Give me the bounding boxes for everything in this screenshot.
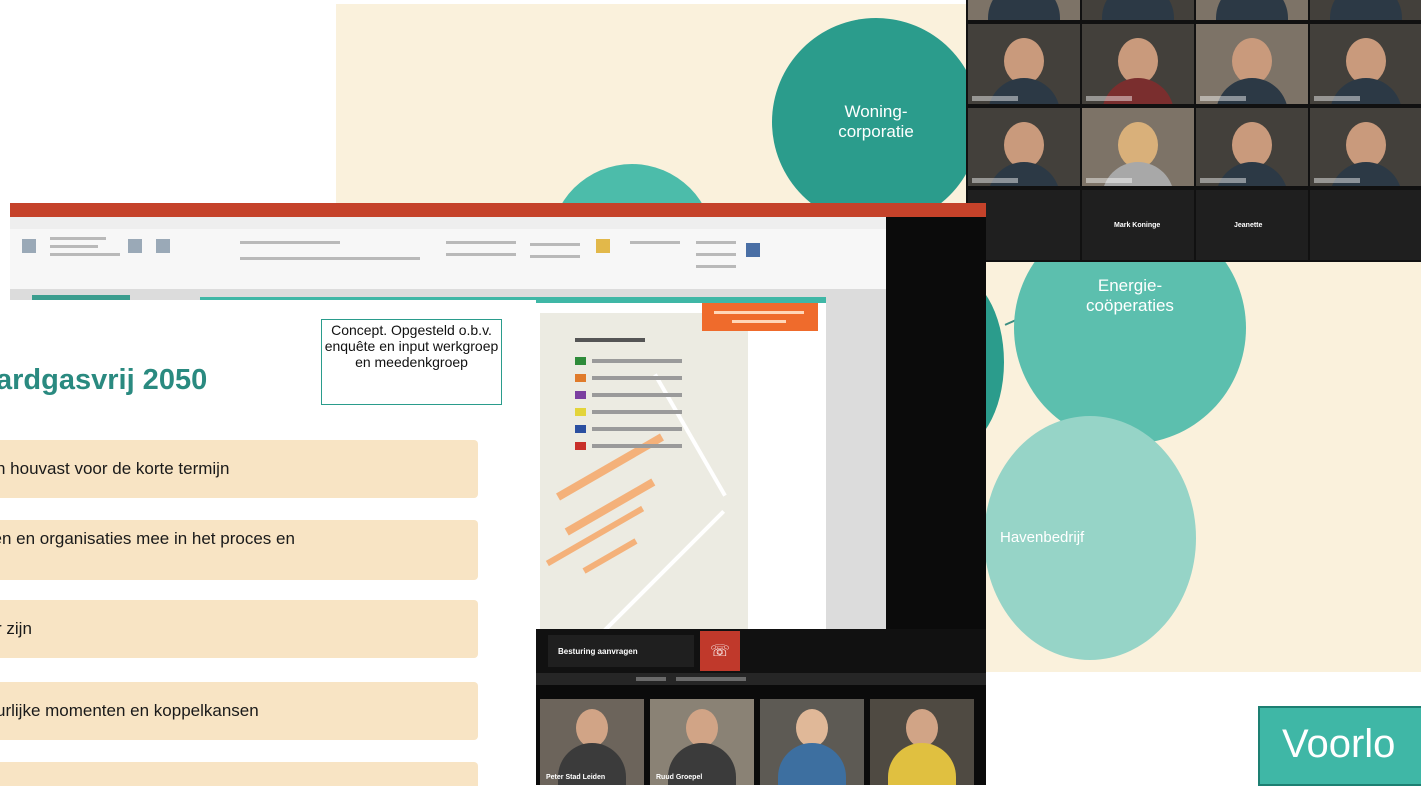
participant-name: Peter Stad Leiden [546,774,606,781]
video-tile-camera-off[interactable]: Mark Koninge [1082,190,1194,260]
ribbon-tabs[interactable] [10,217,886,229]
bullet-text: n houvast voor de korte termijn [0,459,230,478]
participant-name: Jeanette [1234,222,1263,229]
video-tile-camera-off[interactable] [1310,190,1421,260]
video-tile[interactable] [1082,24,1194,104]
energiecooperaties-label: Energie- coöperaties [1086,276,1174,315]
slide-callout-box [702,303,818,331]
woningcorporatie-label: Woning- corporatie [838,102,914,141]
slide-bullet: urlijke momenten en koppelkansen [0,682,478,740]
stakeholder-circle-woningcorporatie: Woning- corporatie [772,18,980,226]
video-tile[interactable] [1310,108,1421,186]
bullet-text: r zijn [0,619,32,638]
paste-icon[interactable] [22,239,36,253]
video-tile[interactable] [1196,0,1308,20]
voorloper-text: Voorlo [1282,722,1396,766]
participant-name: Mark Koninge [1114,222,1161,229]
participant-video-tile[interactable]: Ruud Groepel [650,699,754,785]
participant-video-tile[interactable] [760,699,864,785]
map-legend [575,338,745,454]
video-tile[interactable] [1082,108,1194,186]
phone-hangup-icon: ☏ [709,643,730,660]
video-tile[interactable] [1196,24,1308,104]
participant-video-tile[interactable]: Peter Stad Leiden [540,699,644,785]
dictate-icon[interactable] [746,243,760,257]
bullet-text: ven en organisaties mee in het proces en [0,529,295,548]
video-tile[interactable] [1310,0,1421,20]
hang-up-button[interactable]: ☏ [700,631,740,671]
slide-bullet: r zijn [0,600,478,658]
request-control-button[interactable]: Besturing aanvragen [548,635,694,667]
video-call-grid: Mark Koninge Jeanette [966,0,1421,262]
video-tile-camera-off[interactable]: Jeanette [1196,190,1308,260]
slide-bullet [0,762,478,786]
stakeholder-circle-havenbedrijf: Havenbedrijf [984,416,1196,660]
powerpoint-title-bar [10,203,986,217]
participant-video-tile[interactable] [870,699,974,785]
slide-bullet: n houvast voor de korte termijn [0,440,478,498]
shapes-icon[interactable] [596,239,610,253]
aardgasvrij-slide: ardgasvrij 2050 Concept. Opgesteld o.b.v… [0,300,536,786]
new-slide-icon[interactable] [128,239,142,253]
video-tile[interactable] [1310,24,1421,104]
video-tile[interactable] [1196,108,1308,186]
status-strip [536,673,986,685]
participant-strip: Peter Stad Leiden Ruud Groepel [540,691,980,785]
bullet-text: urlijke momenten en koppelkansen [0,701,259,720]
havenbedrijf-label: Havenbedrijf [1000,529,1085,546]
slide-title: ardgasvrij 2050 [0,364,208,396]
ribbon-toolbar[interactable] [10,229,886,290]
slide-bullet: ven en organisaties mee in het proces en [0,520,478,580]
video-tile[interactable] [968,108,1080,186]
video-tile[interactable] [968,0,1080,20]
voorloper-badge: Voorlo [1258,706,1421,786]
layout-icon[interactable] [156,239,170,253]
video-tile[interactable] [1082,0,1194,20]
participant-name: Ruud Groepel [656,774,703,781]
video-tile[interactable] [968,24,1080,104]
concept-note-box: Concept. Opgesteld o.b.v. enquête en inp… [321,319,502,405]
